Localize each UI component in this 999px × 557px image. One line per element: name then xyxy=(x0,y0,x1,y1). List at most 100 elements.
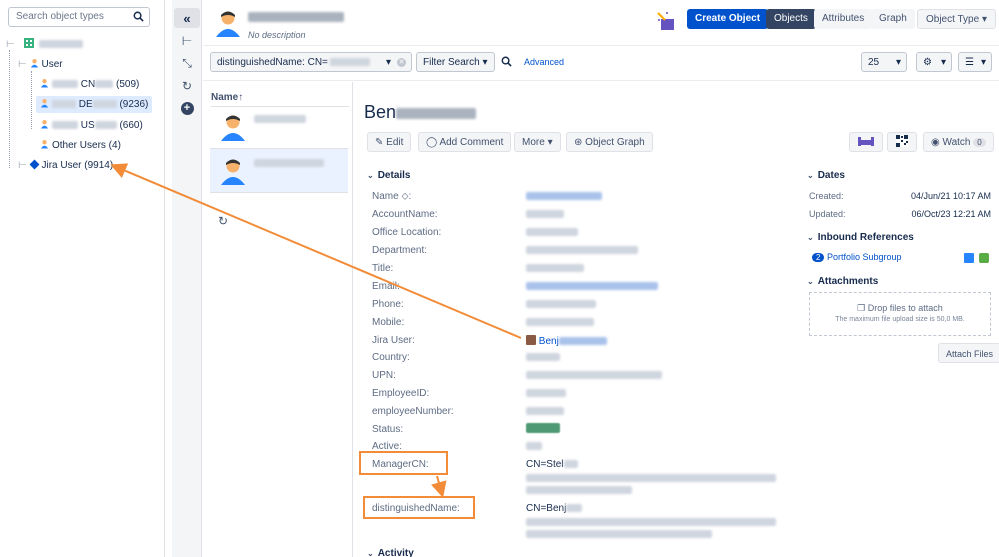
redacted-text xyxy=(329,58,370,67)
more-label: More xyxy=(522,137,545,148)
filter-search-dropdown[interactable]: Filter Search ▾ xyxy=(416,52,495,72)
object-type-dropdown[interactable]: Object Type ▾ xyxy=(917,9,996,29)
hierarchy-button[interactable]: ⊢ xyxy=(174,31,200,51)
compress-button[interactable]: ⤡ xyxy=(174,53,200,73)
reference-type-icons xyxy=(964,253,989,266)
manager-cn-value: CN=Stel xyxy=(526,459,564,470)
list-item-selected[interactable] xyxy=(210,149,348,193)
pencil-icon: ✎ xyxy=(375,137,384,148)
tree-item-label: Other Users (4) xyxy=(52,140,121,151)
chevron-down-icon: ⌄ xyxy=(807,171,814,180)
bed-icon-button[interactable] xyxy=(849,132,883,152)
clear-filter-icon[interactable]: ✕ xyxy=(397,58,406,67)
attachments-section-title[interactable]: ⌄ Attachments xyxy=(807,276,878,287)
collapse-panel-button[interactable]: « xyxy=(174,8,200,28)
redacted-text xyxy=(526,371,662,380)
add-comment-button[interactable]: ◯ Add Comment xyxy=(418,132,512,152)
managercn-highlight-box xyxy=(359,451,448,475)
tree-item-user[interactable]: ⊢ User xyxy=(18,56,63,73)
tab-graph[interactable]: Graph xyxy=(871,9,915,29)
copy-icon: ❐ xyxy=(857,303,866,313)
tag-icon: ⬦ xyxy=(401,191,409,202)
refresh-list-icon[interactable]: ↻ xyxy=(218,214,228,228)
more-dropdown[interactable]: More ▾ xyxy=(514,132,561,152)
tree-item-cn[interactable]: CN (509) xyxy=(40,76,139,93)
jira-user-value: Benj xyxy=(538,336,559,347)
view-mode-dropdown[interactable]: ☰ ▾ xyxy=(958,52,992,72)
advanced-search-link[interactable]: Advanced xyxy=(524,57,564,67)
inbound-count-badge: 2 xyxy=(812,253,825,262)
search-icon[interactable] xyxy=(501,56,512,67)
object-graph-button[interactable]: ⊛ Object Graph xyxy=(566,132,653,152)
redacted-text xyxy=(254,159,324,167)
chevron-down-icon: ⌄ xyxy=(807,233,814,242)
chevron-down-icon: ▾ xyxy=(981,14,987,25)
create-object-button[interactable]: Create Object xyxy=(687,9,769,29)
redacted-text xyxy=(526,486,632,494)
attribute-filter-select[interactable]: distinguishedName: CN= ▾ ✕ xyxy=(210,52,412,72)
chevron-down-icon: ▾ xyxy=(547,137,553,148)
attr-label-status: Status: xyxy=(372,424,404,435)
schema-name-redacted xyxy=(39,40,84,49)
object-type-label: Object Type xyxy=(926,14,980,25)
edit-label: Edit xyxy=(386,137,404,148)
redacted-text xyxy=(526,353,560,362)
add-icon: + xyxy=(180,101,194,115)
tree-item-jira-user[interactable]: ⊢ Jira User (9914) xyxy=(18,157,113,174)
tab-attributes[interactable]: Attributes xyxy=(814,9,873,29)
redacted-text xyxy=(526,228,578,237)
column-header-label: Name xyxy=(211,92,239,103)
watch-button[interactable]: ◉ Watch 0 xyxy=(923,132,994,152)
tree-branch-marker: ⊢ xyxy=(18,160,30,171)
tree-item-us[interactable]: US (660) xyxy=(40,117,143,134)
tab-objects[interactable]: Objects xyxy=(766,9,816,29)
search-object-types-input[interactable]: Search object types xyxy=(8,7,150,27)
tree-item-label: User xyxy=(41,59,63,70)
updated-label: Updated: xyxy=(809,209,846,219)
settings-dropdown[interactable]: ⚙ ▾ xyxy=(916,52,952,72)
activity-title-label: Activity xyxy=(377,548,414,557)
drop-text: Drop files to attach xyxy=(867,303,943,313)
tree-item-count: (9236) xyxy=(119,99,149,110)
add-object-type-button[interactable]: + xyxy=(174,98,200,118)
attachments-title-label: Attachments xyxy=(817,276,879,287)
tree-item-de[interactable]: DE (9236) xyxy=(36,96,153,113)
redacted-text xyxy=(526,264,584,273)
redacted-text xyxy=(526,518,776,526)
updated-value: 06/Oct/23 12:21 AM xyxy=(911,209,991,219)
user-icon xyxy=(40,140,49,149)
file-drop-zone[interactable]: ❐ Drop files to attach The maximum file … xyxy=(809,292,991,336)
edit-button[interactable]: ✎ Edit xyxy=(367,132,412,152)
page-size-value: 25 xyxy=(868,57,880,68)
tree-root[interactable]: ⊢ xyxy=(6,36,84,53)
redacted-text xyxy=(526,300,596,309)
tree-branch-marker: ⊢ xyxy=(18,59,30,70)
user-avatar-icon xyxy=(221,115,245,141)
redacted-text xyxy=(92,100,117,109)
attr-label-department: Department: xyxy=(372,245,428,256)
qr-code-button[interactable] xyxy=(887,132,917,152)
refresh-tree-button[interactable]: ↻ xyxy=(174,76,200,96)
watch-count-badge: 0 xyxy=(973,138,986,147)
bed-icon xyxy=(858,137,874,146)
object-name-prefix: Ben xyxy=(364,102,397,122)
activity-section-title[interactable]: ⌄ Activity xyxy=(367,548,414,557)
inbound-references-title[interactable]: ⌄ Inbound References xyxy=(807,232,914,243)
page-size-select[interactable]: 25 ▾ xyxy=(861,52,907,72)
attach-files-button[interactable]: Attach Files xyxy=(938,343,999,363)
dates-section-title[interactable]: ⌄ Dates xyxy=(807,170,845,181)
inbound-title-label: Inbound References xyxy=(817,232,914,243)
search-icon xyxy=(133,11,144,22)
link-icon xyxy=(964,253,974,263)
jira-user-link[interactable]: Benj xyxy=(526,335,607,347)
details-section-title[interactable]: ⌄ Details xyxy=(367,170,411,181)
attr-label-employeenumber: employeeNumber: xyxy=(372,406,454,417)
list-item[interactable] xyxy=(210,105,348,149)
chevron-down-icon: ▾ xyxy=(895,57,901,68)
tree-item-other-users[interactable]: Other Users (4) xyxy=(40,137,121,154)
list-view-icon: ☰ xyxy=(965,57,974,68)
inbound-reference-item[interactable]: 2 Portfolio Subgroup xyxy=(812,252,902,262)
created-label: Created: xyxy=(809,191,844,201)
attr-label-upn: UPN: xyxy=(372,370,396,381)
object-detail: Ben ✎ Edit ◯ Add Comment More ▾ ⊛ Object… xyxy=(354,82,999,557)
